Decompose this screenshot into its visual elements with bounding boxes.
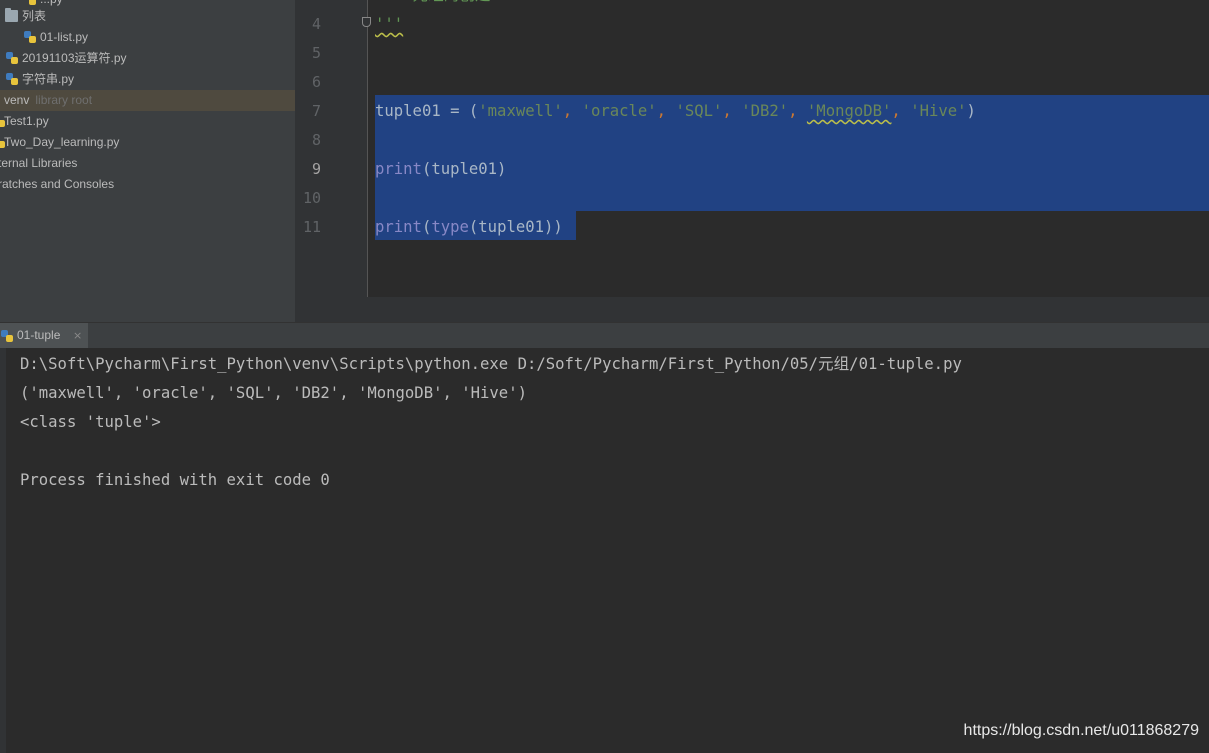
console-line-command: D:\Soft\Pycharm\First_Python\venv\Script…: [20, 355, 962, 373]
project-tree: ...py 列表 01-list.py 20191103运算符.py 字符串.p…: [0, 0, 295, 322]
python-file-icon: [24, 31, 37, 43]
tree-item-label: Two_Day_learning.py: [4, 135, 120, 149]
tree-item-two-day[interactable]: Two_Day_learning.py: [0, 132, 295, 153]
sep: ,: [722, 102, 742, 120]
call-args: (tuple01): [421, 160, 507, 178]
tree-item-label: ternal Libraries: [0, 156, 78, 170]
run-tab-01-tuple[interactable]: 01-tuple ×: [0, 323, 88, 348]
console-line-tuple: ('maxwell', 'oracle', 'SQL', 'DB2', 'Mon…: [20, 384, 527, 402]
tree-item-label: ratches and Consoles: [0, 177, 115, 191]
tree-item-01-list[interactable]: 01-list.py: [0, 27, 295, 48]
run-tool-window-tabs: 01-tuple ×: [0, 322, 1209, 348]
tree-item-label: 字符串.py: [22, 72, 75, 86]
str-item: 'Hive': [910, 102, 967, 120]
tree-item-external-libraries[interactable]: ternal Libraries: [0, 153, 295, 174]
fold-marker-icon[interactable]: [362, 17, 371, 27]
tree-item-label: venv: [4, 93, 30, 107]
builtin-print: print: [375, 160, 422, 178]
line-number: 7: [311, 102, 321, 120]
close-icon[interactable]: ×: [73, 329, 82, 342]
str-item: 'maxwell': [478, 102, 563, 120]
watermark: https://blog.csdn.net/u011868279: [963, 722, 1199, 739]
str-item: 'SQL': [675, 102, 723, 120]
code-line-4: ''': [375, 10, 403, 39]
code-line-7: tuple01 = ('maxwell', 'oracle', 'SQL', '…: [375, 97, 976, 126]
tree-item-operators[interactable]: 20191103运算符.py: [0, 48, 295, 69]
line-number: 6: [311, 73, 321, 91]
tree-item-test1[interactable]: Test1.py: [0, 111, 295, 132]
close-paren: ): [966, 102, 976, 120]
console-side-strip: [0, 348, 6, 753]
python-file-icon: [24, 0, 37, 5]
line-number-gutter: 3 4 5 6 7 8 9 10 11: [295, 0, 367, 297]
open-paren: (: [421, 218, 432, 236]
run-console[interactable]: D:\Soft\Pycharm\First_Python\venv\Script…: [0, 348, 1209, 753]
code-line-11: print(type(tuple01)): [375, 213, 563, 242]
sep: ,: [891, 102, 911, 120]
library-root-hint: library root: [35, 93, 93, 107]
str-item: 'DB2': [741, 102, 789, 120]
folder-icon: [5, 8, 18, 22]
tree-item-label: 20191103运算符.py: [22, 51, 127, 65]
line-number: 8: [311, 131, 321, 149]
line-number: 3: [295, 0, 321, 10]
sep: ,: [656, 102, 676, 120]
editor-footer-strip: [295, 297, 1209, 322]
call-args: (tuple01)): [468, 218, 563, 236]
python-file-icon: [6, 73, 19, 85]
tree-item-label: 列表: [22, 9, 47, 23]
python-run-icon: [1, 330, 13, 342]
line-number: 4: [311, 15, 321, 33]
python-file-icon: [6, 52, 19, 64]
code-editor[interactable]: 3 4 5 6 7 8 9 10 11 元组的创建 ''' tuple01 = …: [295, 0, 1209, 297]
tree-item-strings[interactable]: 字符串.py: [0, 69, 295, 90]
line-number: 11: [302, 218, 321, 236]
docstring-close: ''': [375, 15, 404, 33]
tree-item-venv[interactable]: venv library root: [0, 90, 295, 111]
tree-item-label: 01-list.py: [40, 30, 89, 44]
tree-item-scratches[interactable]: ratches and Consoles: [0, 174, 295, 195]
line-number: 10: [302, 189, 321, 207]
line-number-current: 9: [311, 160, 321, 178]
assign-op: = (: [440, 102, 479, 120]
sep: ,: [562, 102, 582, 120]
code-line-9: print(tuple01): [375, 155, 506, 184]
str-item-mongodb: 'MongoDB': [806, 102, 892, 120]
console-line-type: <class 'tuple'>: [20, 413, 161, 431]
var-tuple01: tuple01: [375, 102, 441, 120]
str-item: 'oracle': [581, 102, 657, 120]
line-number: 5: [311, 44, 321, 62]
code-line-3: 元组的创建: [375, 0, 491, 10]
tree-item-label: Test1.py: [4, 114, 49, 128]
gutter-divider: [367, 0, 368, 297]
sep: ,: [788, 102, 807, 120]
tree-item-list-folder[interactable]: 列表: [0, 6, 295, 27]
builtin-type: type: [431, 218, 469, 236]
console-line-exit: Process finished with exit code 0: [20, 471, 330, 489]
builtin-print: print: [375, 218, 422, 236]
run-tab-label: 01-tuple: [17, 328, 61, 342]
